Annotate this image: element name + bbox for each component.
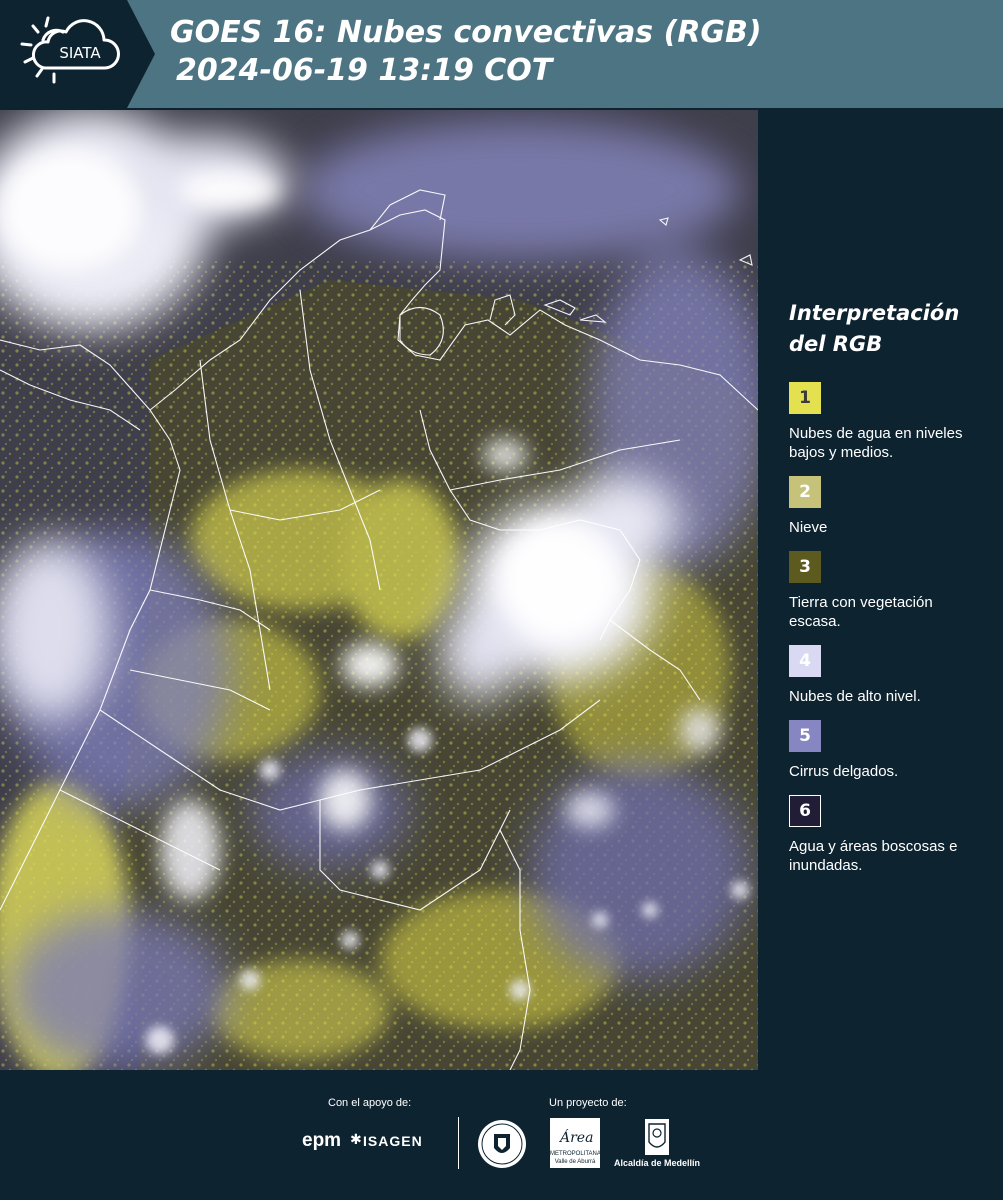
- alcaldia-shield-icon: [644, 1118, 670, 1160]
- legend-swatch-2: 2: [789, 476, 821, 508]
- area-metropolitana-caption-2: Valle de Aburrá: [554, 1159, 596, 1165]
- legend-item-1: 1 Nubes de agua en niveles bajos y medio…: [789, 382, 989, 462]
- legend-label-1: Nubes de agua en niveles bajos y medios.: [789, 425, 963, 461]
- legend-item-2: 2 Nieve: [789, 476, 989, 537]
- legend-swatch-4: 4: [789, 645, 821, 677]
- legend-title: Interpretación del RGB: [789, 298, 989, 360]
- header-bar: SIATA GOES 16: Nubes convectivas (RGB) 2…: [0, 0, 1003, 108]
- area-metropolitana-name: Área: [560, 1130, 594, 1146]
- legend-title-line-2: del RGB: [789, 332, 883, 356]
- legend-swatch-3: 3: [789, 551, 821, 583]
- isagen-logo: ISAGEN: [363, 1133, 423, 1149]
- legend-label-3: Tierra con vegetación escasa.: [789, 594, 933, 630]
- page-title: GOES 16: Nubes convectivas (RGB) 2024-06…: [170, 14, 762, 90]
- legend-swatch-1: 1: [789, 382, 821, 414]
- legend-label-6: Agua y áreas boscosas e inundadas.: [789, 838, 958, 874]
- legend-swatch-6: 6: [789, 795, 821, 827]
- area-metropolitana-logo: Área METROPOLITANA Valle de Aburrá: [550, 1118, 601, 1168]
- project-label: Un proyecto de:: [549, 1097, 627, 1109]
- legend-item-5: 5 Cirrus delgados.: [789, 720, 989, 781]
- isagen-logo-icon: ✱: [350, 1132, 362, 1148]
- siata-logo: SIATA: [0, 0, 155, 108]
- satellite-image: [0, 110, 758, 1070]
- legend-item-4: 4 Nubes de alto nivel.: [789, 645, 989, 706]
- title-line-1: GOES 16: Nubes convectivas (RGB): [170, 15, 762, 50]
- rgb-legend: Interpretación del RGB 1 Nubes de agua e…: [789, 298, 989, 889]
- footer: Con el apoyo de: Un proyecto de: epm ✱ I…: [0, 1070, 1003, 1200]
- medellin-seal-icon: [476, 1118, 528, 1174]
- area-metropolitana-caption-1: METROPOLITANA: [550, 1151, 601, 1157]
- page: SIATA GOES 16: Nubes convectivas (RGB) 2…: [0, 0, 1003, 1200]
- legend-item-6: 6 Agua y áreas boscosas e inundadas.: [789, 795, 989, 875]
- title-line-2: 2024-06-19 13:19 COT: [176, 53, 553, 88]
- alcaldia-label: Alcaldía de Medellín: [613, 1158, 701, 1168]
- siata-logo-text: SIATA: [59, 44, 101, 62]
- legend-swatch-5: 5: [789, 720, 821, 752]
- legend-title-line-1: Interpretación: [789, 301, 960, 325]
- legend-item-3: 3 Tierra con vegetación escasa.: [789, 551, 989, 631]
- footer-divider: [458, 1117, 459, 1169]
- support-label: Con el apoyo de:: [328, 1097, 412, 1109]
- legend-label-4: Nubes de alto nivel.: [789, 688, 921, 705]
- legend-label-2: Nieve: [789, 519, 828, 536]
- epm-logo: epm: [302, 1130, 342, 1151]
- legend-label-5: Cirrus delgados.: [789, 763, 899, 780]
